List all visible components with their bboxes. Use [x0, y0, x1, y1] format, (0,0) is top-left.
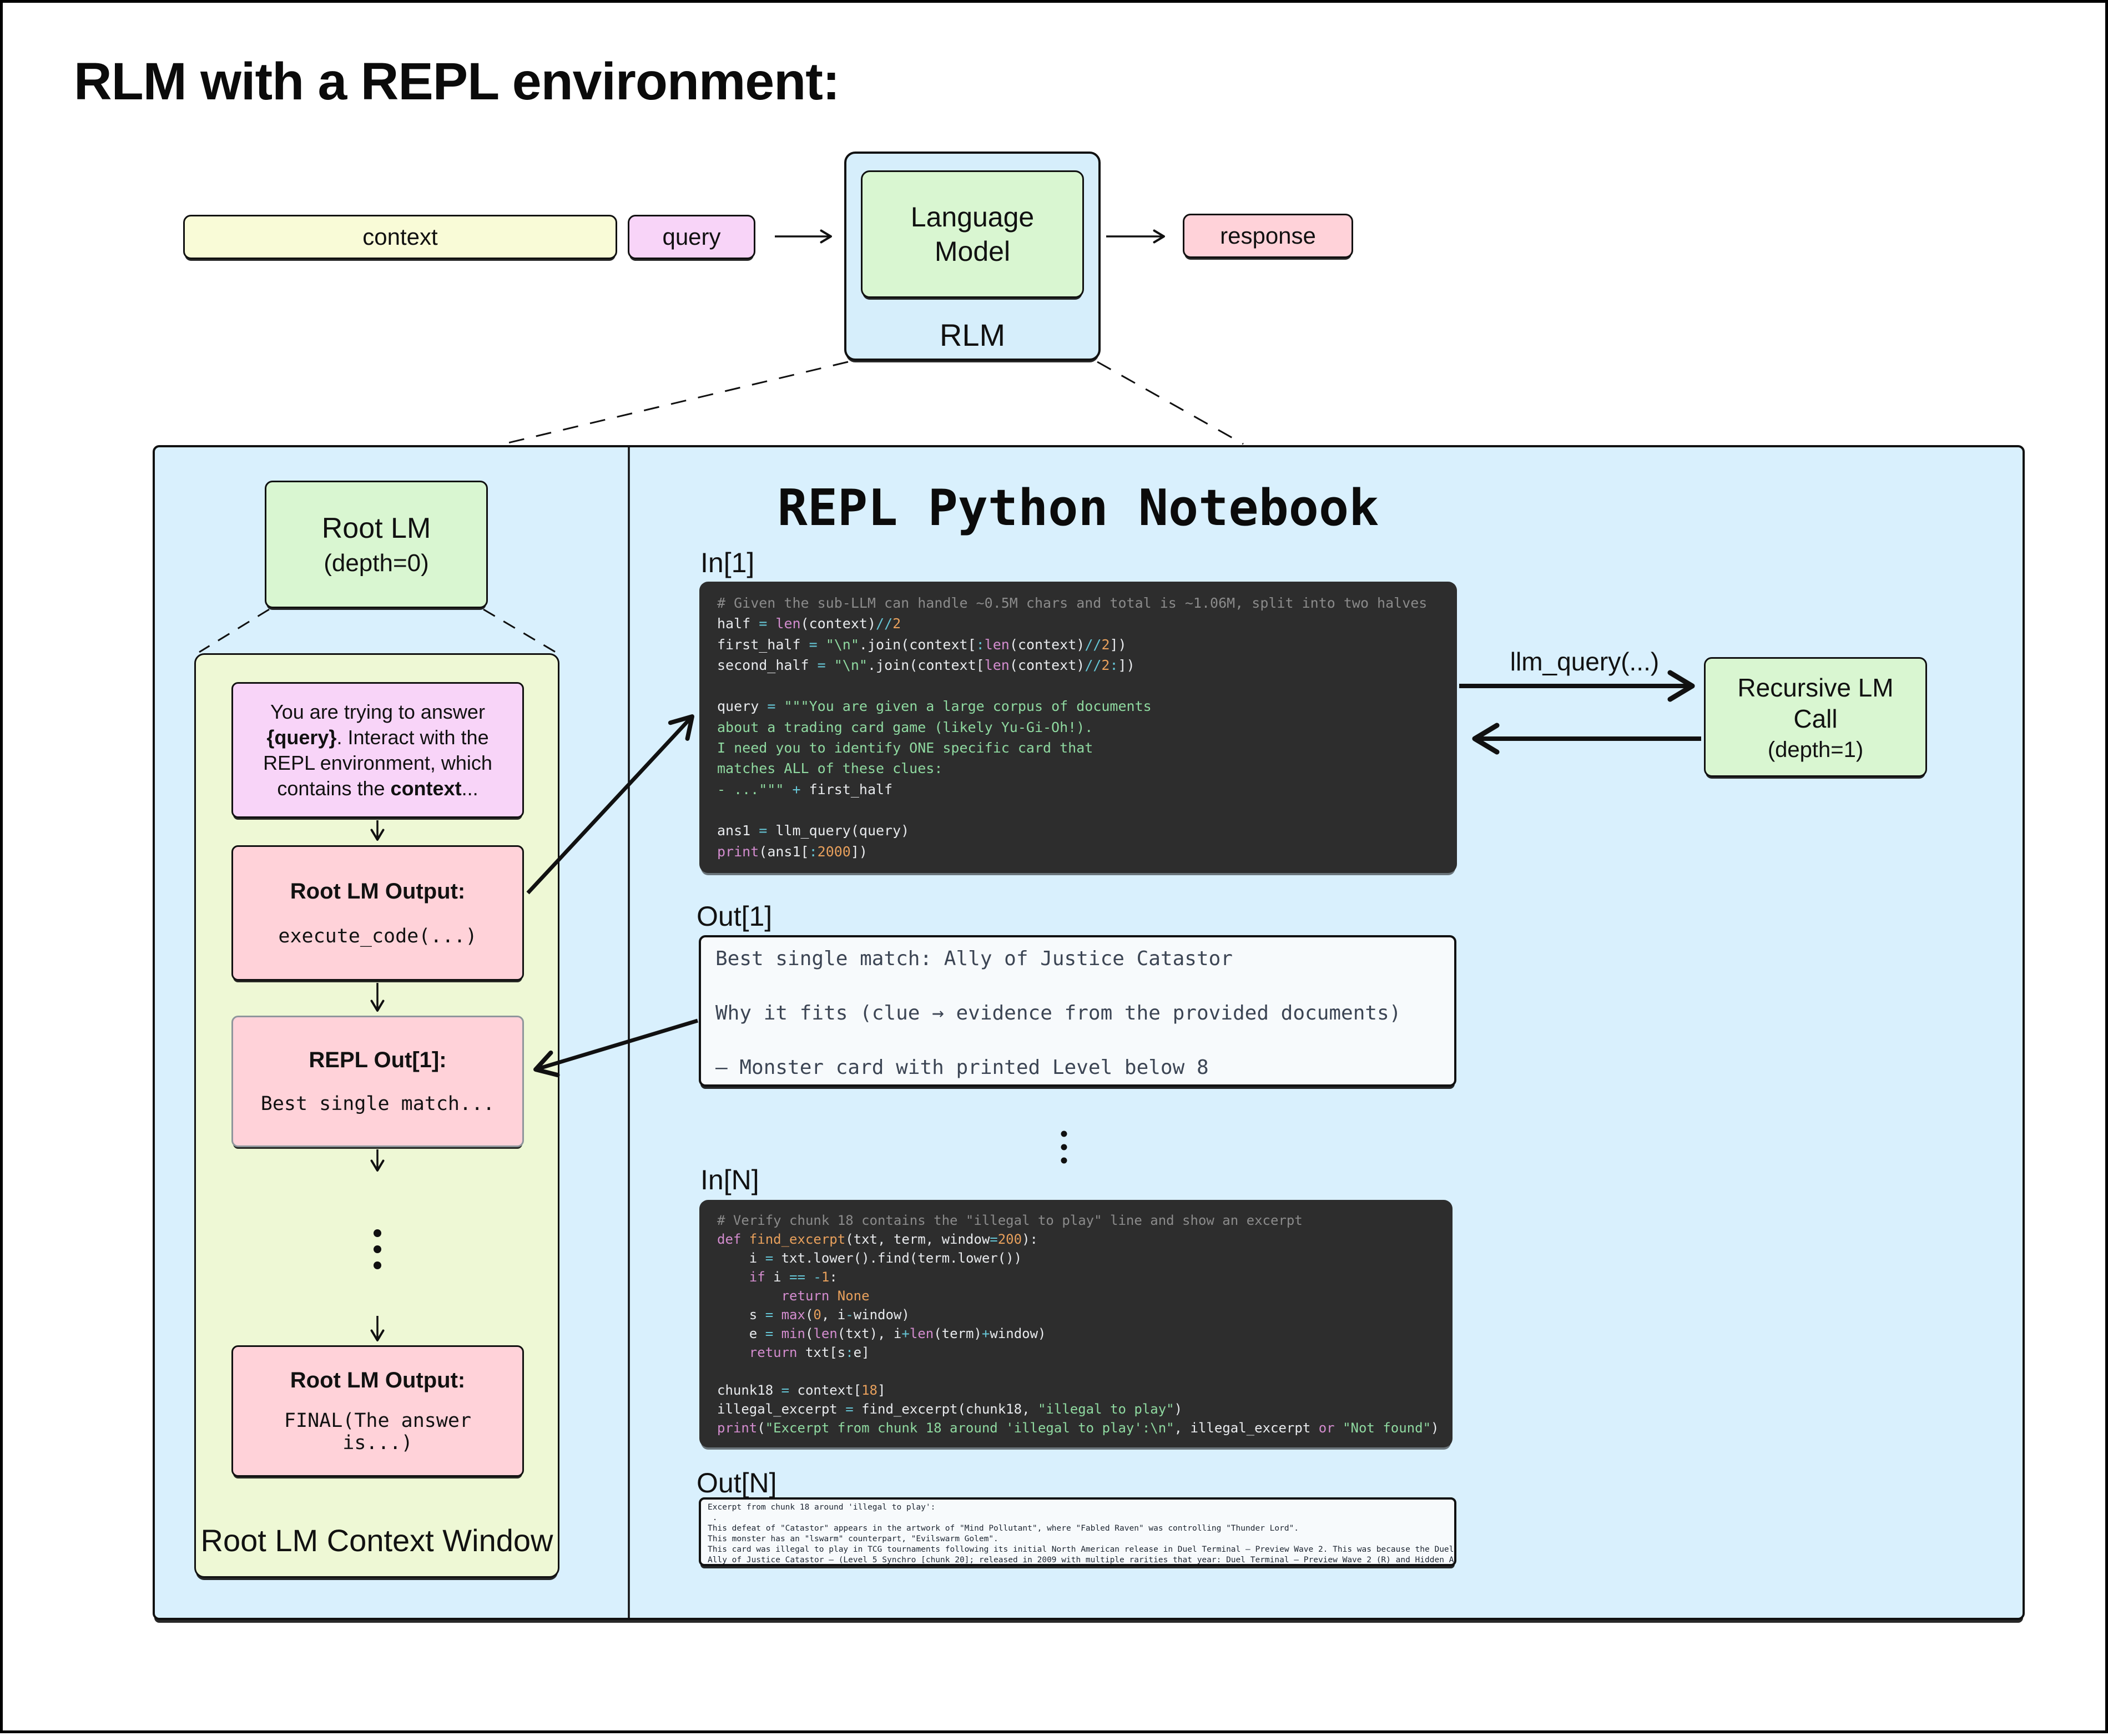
response-label: response — [1220, 223, 1316, 249]
outN-cell: Excerpt from chunk 18 around 'illegal to… — [699, 1497, 1456, 1566]
root-lm-output-1-heading: Root LM Output: — [290, 879, 465, 904]
recursive-lm-call-depth: (depth=1) — [1768, 738, 1863, 763]
rlm-box: LanguageModel RLM — [844, 152, 1101, 361]
rlm-expand-left-dash — [503, 362, 848, 444]
root-lm-title: Root LM — [322, 512, 431, 545]
query-label: query — [662, 224, 720, 250]
inN-label: In[N] — [700, 1164, 759, 1196]
root-lm-depth: (depth=0) — [324, 549, 429, 577]
root-lm-box: Root LM (depth=0) — [265, 481, 488, 608]
rlm-expand-right-dash — [1097, 362, 1243, 444]
out1-cell: Best single match: Ally of Justice Catas… — [699, 935, 1456, 1087]
outN-label: Out[N] — [697, 1467, 776, 1499]
root-lm-output-1-box: Root LM Output: execute_code(...) — [231, 845, 524, 981]
root-lm-final-heading: Root LM Output: — [290, 1368, 465, 1393]
out1-label: Out[1] — [697, 900, 772, 932]
notebook-title: REPL Python Notebook — [699, 479, 1457, 537]
response-box: response — [1183, 214, 1353, 258]
rlm-label: RLM — [940, 317, 1005, 353]
repl-out-1-box: REPL Out[1]: Best single match... — [231, 1016, 524, 1147]
repl-out-1-heading: REPL Out[1]: — [309, 1048, 446, 1073]
root-lm-output-1-code: execute_code(...) — [278, 925, 477, 947]
llm-query-arrow-label: llm_query(...) — [1468, 647, 1701, 677]
language-model-label: LanguageModel — [911, 200, 1034, 269]
inN-code-cell: # Verify chunk 18 contains the "illegal … — [699, 1200, 1453, 1447]
page-title: RLM with a REPL environment: — [74, 52, 840, 112]
context-label: context — [362, 224, 437, 250]
recursive-lm-call-title: Recursive LMCall — [1737, 672, 1893, 734]
in1-label: In[1] — [700, 547, 754, 579]
context-box: context — [183, 215, 617, 259]
recursive-lm-call-box: Recursive LMCall (depth=1) — [1704, 657, 1927, 777]
language-model-box: LanguageModel — [861, 170, 1084, 298]
repl-out-1-code: Best single match... — [261, 1093, 495, 1115]
root-lm-final-code: FINAL(The answeris...) — [284, 1410, 471, 1454]
diagram-canvas: RLM with a REPL environment: context que… — [0, 0, 2108, 1733]
root-lm-final-box: Root LM Output: FINAL(The answeris...) — [231, 1345, 524, 1477]
in1-code-cell: # Given the sub-LLM can handle ~0.5M cha… — [699, 582, 1457, 873]
system-prompt-text: You are trying to answer {query}. Intera… — [233, 699, 522, 801]
system-prompt-box: You are trying to answer {query}. Intera… — [231, 682, 524, 818]
query-box: query — [628, 215, 755, 259]
context-window-label: Root LM Context Window — [194, 1522, 559, 1558]
